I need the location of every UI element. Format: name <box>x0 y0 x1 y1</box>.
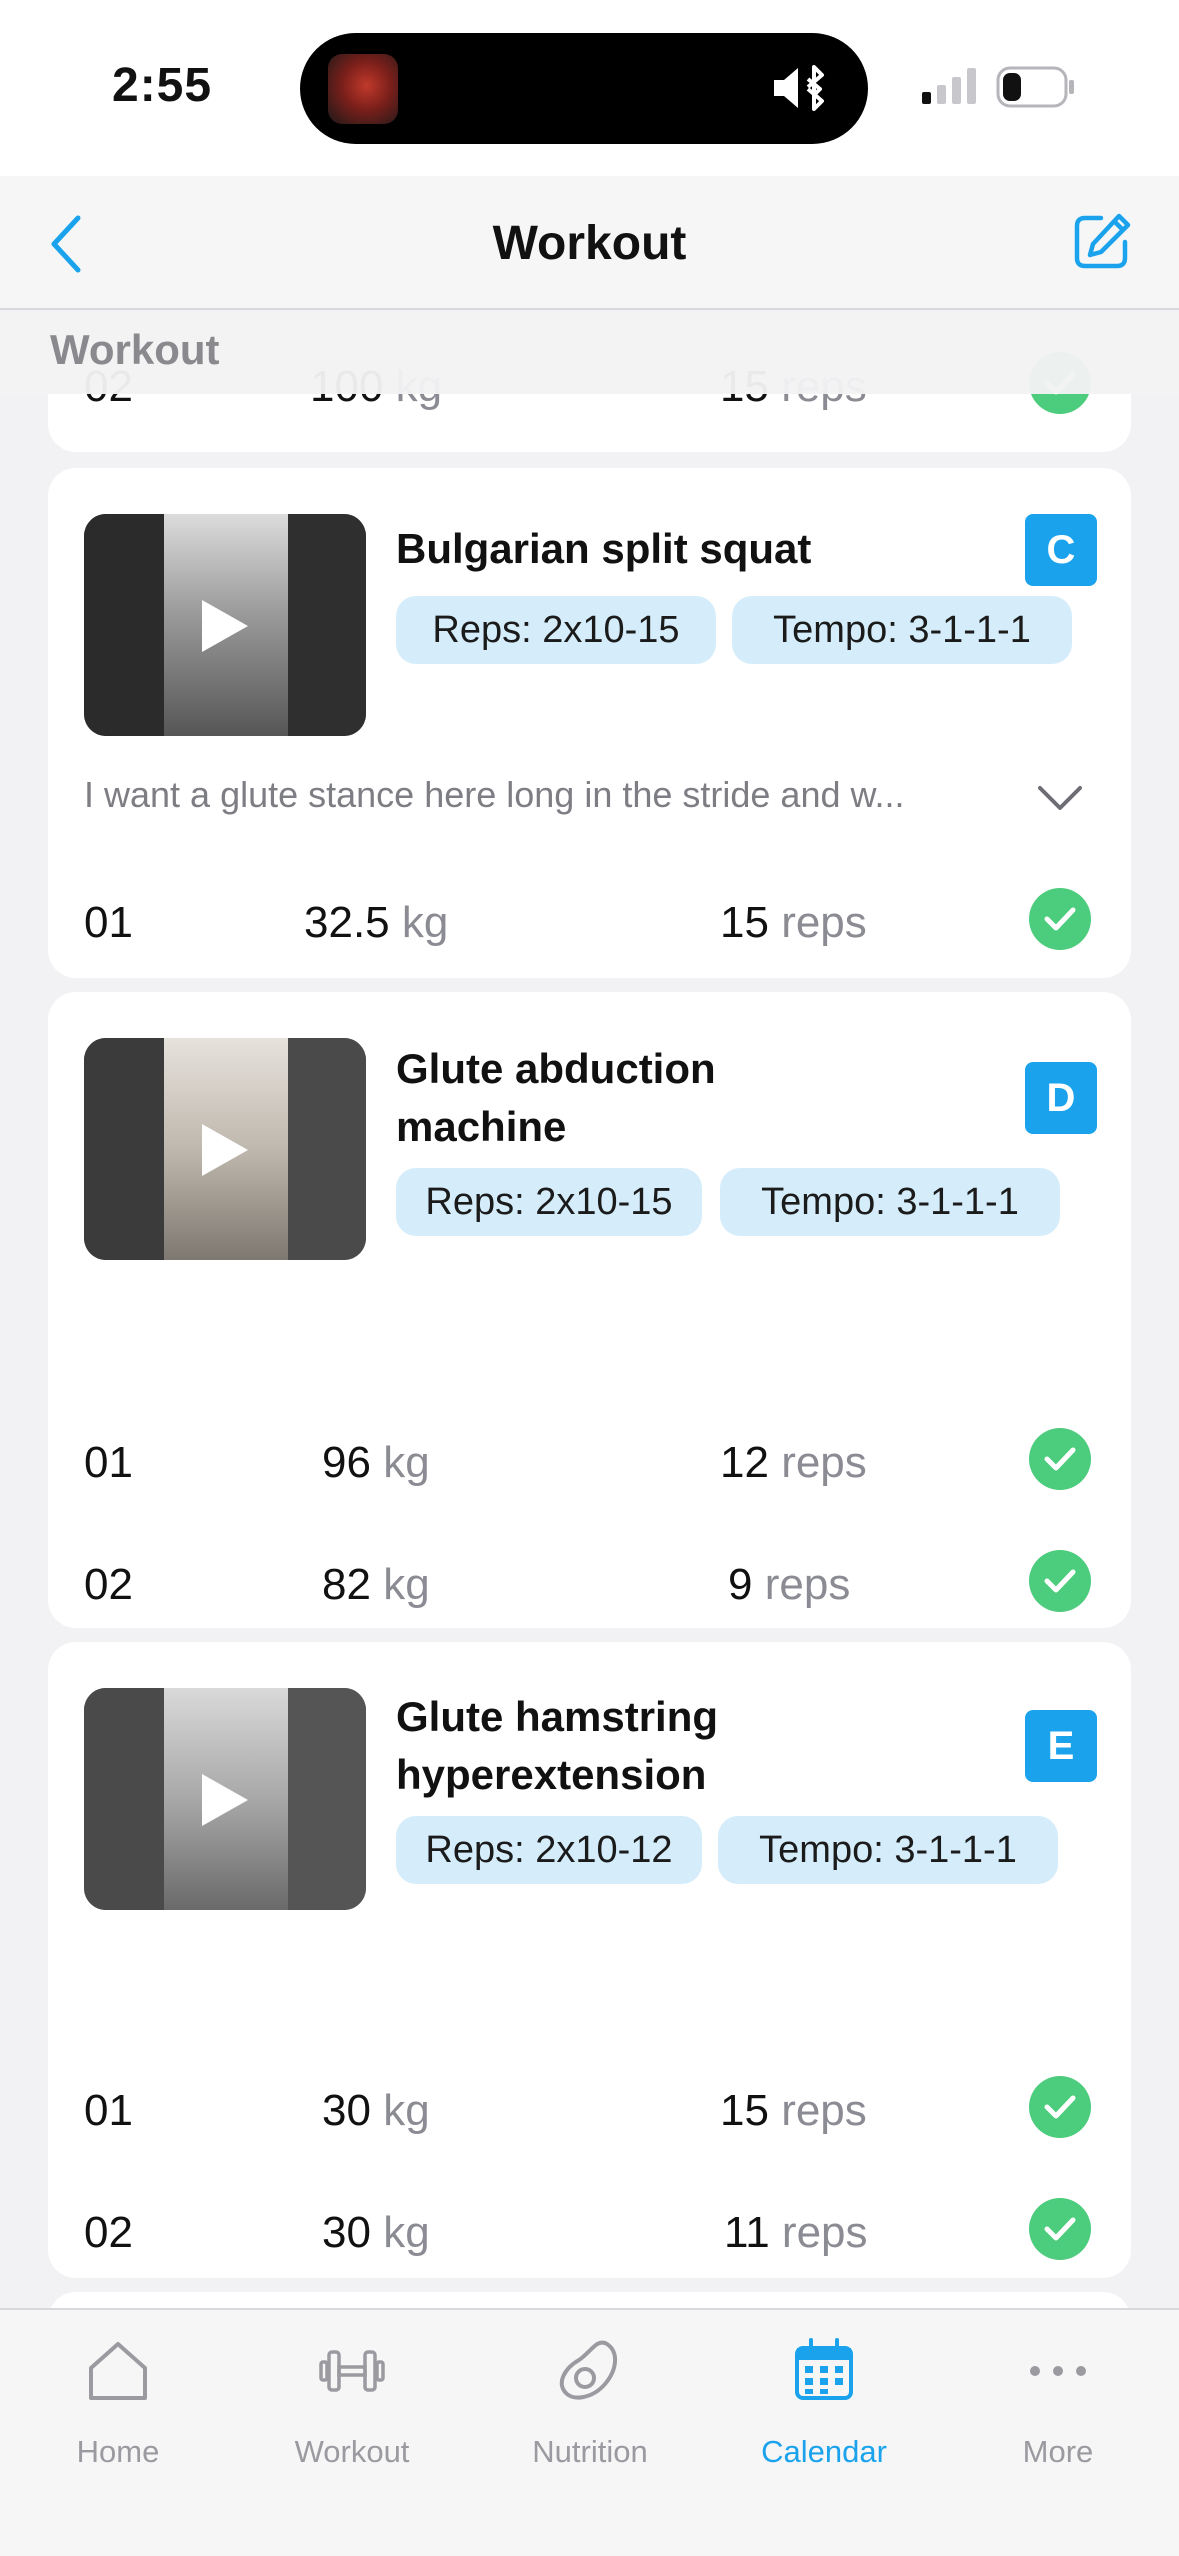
expand-note-button[interactable] <box>1037 784 1083 817</box>
set-weight[interactable]: 32.5 kg <box>304 898 448 948</box>
tab-label: More <box>1022 2434 1094 2469</box>
exercise-letter-badge: E <box>1025 1710 1097 1782</box>
set-row: 01 32.5 kg 15 reps <box>48 888 1131 958</box>
exercise-name: Glute hamstring hyperextension <box>396 1693 719 1798</box>
exercise-name: Bulgarian split squat <box>396 525 812 572</box>
set-row: 01 30 kg 15 reps <box>48 2076 1131 2146</box>
exercise-video-thumbnail[interactable] <box>84 1688 366 1910</box>
more-dots-icon <box>958 2336 1158 2416</box>
tab-home[interactable]: Home <box>18 2336 218 2470</box>
play-icon <box>202 600 248 652</box>
avocado-icon <box>490 2336 690 2416</box>
tab-label: Calendar <box>761 2434 887 2469</box>
tempo-tag: Tempo: 3-1-1-1 <box>718 1816 1058 1884</box>
set-reps[interactable]: 15 reps <box>720 898 867 948</box>
set-completed-check-icon[interactable] <box>1029 888 1091 950</box>
set-reps[interactable]: 9 reps <box>728 1560 850 1610</box>
tab-workout[interactable]: Workout <box>252 2336 452 2470</box>
status-bar: 2:55 <box>0 0 1179 176</box>
set-reps[interactable]: 12 reps <box>720 1438 867 1488</box>
chevron-down-icon <box>1038 786 1082 810</box>
tab-label: Workout <box>294 2434 410 2469</box>
page-title: Workout <box>492 217 687 270</box>
exercise-card[interactable]: Glute hamstring hyperextension E Reps: 2… <box>48 1642 1131 2278</box>
tab-nutrition[interactable]: Nutrition <box>490 2336 690 2470</box>
exercise-note: I want a glute stance here long in the s… <box>84 774 905 815</box>
tab-bar: Home Workout Nutrition Calendar More <box>0 2308 1179 2556</box>
edit-icon <box>1074 213 1131 269</box>
set-weight[interactable]: 96 kg <box>322 1438 430 1488</box>
now-playing-artwork <box>328 54 398 124</box>
tab-label: Nutrition <box>532 2434 648 2469</box>
set-number: 01 <box>84 1438 133 1487</box>
reps-tag: Reps: 2x10-15 <box>396 596 716 664</box>
set-reps[interactable]: 11 reps <box>724 2208 868 2258</box>
audio-output-icon <box>770 63 840 118</box>
set-number: 02 <box>84 1560 133 1609</box>
tab-calendar[interactable]: Calendar <box>724 2336 924 2470</box>
nav-header: Workout <box>0 176 1179 310</box>
set-completed-check-icon[interactable] <box>1029 2198 1091 2260</box>
tab-label: Home <box>76 2434 160 2469</box>
tempo-tag: Tempo: 3-1-1-1 <box>720 1168 1060 1236</box>
set-completed-check-icon[interactable] <box>1029 1550 1091 1612</box>
set-reps[interactable]: 15 reps <box>720 2086 867 2136</box>
set-number: 01 <box>84 2086 133 2135</box>
battery-icon <box>996 66 1076 113</box>
play-icon <box>202 1774 248 1826</box>
dynamic-island[interactable] <box>300 33 868 144</box>
section-header: Workout <box>0 312 1179 394</box>
set-weight[interactable]: 30 kg <box>322 2208 430 2258</box>
home-icon <box>18 2336 218 2416</box>
exercise-card[interactable]: Glute abduction machine D Reps: 2x10-15 … <box>48 992 1131 1628</box>
set-row: 02 30 kg 11 reps <box>48 2198 1131 2268</box>
set-completed-check-icon[interactable] <box>1029 1428 1091 1490</box>
exercise-video-thumbnail[interactable] <box>84 1038 366 1260</box>
reps-tag: Reps: 2x10-15 <box>396 1168 702 1236</box>
exercise-card[interactable]: Bulgarian split squat C Reps: 2x10-15 Te… <box>48 468 1131 978</box>
set-weight[interactable]: 82 kg <box>322 1560 430 1610</box>
set-completed-check-icon[interactable] <box>1029 2076 1091 2138</box>
exercise-video-thumbnail[interactable] <box>84 514 366 736</box>
cellular-signal-icon <box>922 68 980 109</box>
edit-button[interactable] <box>1071 210 1133 272</box>
tempo-tag: Tempo: 3-1-1-1 <box>732 596 1072 664</box>
set-weight[interactable]: 30 kg <box>322 2086 430 2136</box>
dumbbell-icon <box>252 2336 452 2416</box>
status-time: 2:55 <box>112 59 213 112</box>
exercise-card-next[interactable] <box>48 2292 1131 2308</box>
set-number: 01 <box>84 898 133 947</box>
set-row: 02 82 kg 9 reps <box>48 1550 1131 1620</box>
workout-scroll-list[interactable]: Workout 02 100 kg 15 reps Bulgarian spli… <box>0 312 1179 2308</box>
reps-tag: Reps: 2x10-12 <box>396 1816 702 1884</box>
calendar-icon <box>724 2336 924 2416</box>
play-icon <box>202 1124 248 1176</box>
exercise-name: Glute abduction machine <box>396 1045 716 1150</box>
tab-more[interactable]: More <box>958 2336 1158 2470</box>
exercise-letter-badge: C <box>1025 514 1097 586</box>
section-title: Workout <box>50 326 220 373</box>
exercise-letter-badge: D <box>1025 1062 1097 1134</box>
set-number: 02 <box>84 2208 133 2257</box>
set-row: 01 96 kg 12 reps <box>48 1428 1131 1498</box>
